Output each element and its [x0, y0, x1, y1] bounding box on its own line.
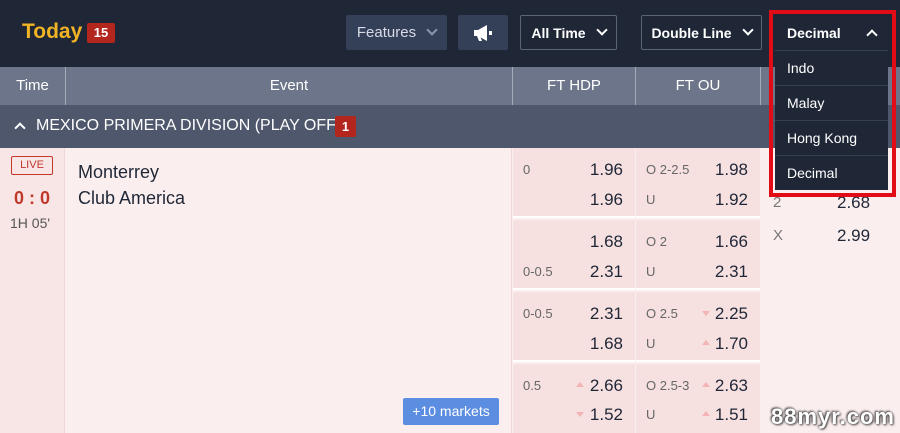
home-team[interactable]: Monterrey: [78, 162, 159, 183]
league-name: MEXICO PRIMERA DIVISION (PLAY OFF): [36, 117, 342, 134]
hdp-handicap: 0-0.5: [523, 306, 553, 321]
hdp-away-odds[interactable]: 1.96: [590, 190, 623, 210]
ou-over-odds[interactable]: 2.63: [715, 376, 748, 396]
ou-under-odds[interactable]: 1.70: [715, 334, 748, 354]
hdp-line-1: 0 1.96 1.96: [513, 148, 635, 218]
live-score: 0 : 0: [14, 188, 51, 208]
hdp-home-odds[interactable]: 2.31: [590, 304, 623, 324]
line-mode-label: Double Line: [651, 24, 732, 41]
ou-over-label: O 2.5: [646, 306, 678, 321]
odds-up-icon: [576, 382, 584, 387]
odds-up-icon: [702, 382, 710, 387]
ou-over-odds[interactable]: 1.98: [715, 160, 748, 180]
hdp-away-odds[interactable]: 1.52: [590, 405, 623, 425]
ou-line-2: O 2 1.66 U 2.31: [636, 220, 760, 290]
odds-format-option-hong-kong[interactable]: Hong Kong: [775, 120, 888, 155]
chevron-up-icon: [866, 28, 878, 41]
onextwo-odds[interactable]: 2.99: [837, 226, 870, 246]
odds-format-label: Decimal: [787, 24, 841, 41]
megaphone-icon: [474, 24, 492, 41]
ou-under-label: U: [646, 192, 656, 207]
features-button[interactable]: Features: [346, 15, 447, 50]
ou-over-label: O 2: [646, 234, 667, 249]
ou-line-4: O 2.5-3 2.63 U 1.51: [636, 364, 760, 433]
ou-line-3: O 2.5 2.25 U 1.70: [636, 292, 760, 362]
ou-under-label: U: [646, 407, 656, 422]
ou-under-label: U: [646, 336, 656, 351]
hdp-handicap: 0-0.5: [523, 264, 553, 279]
column-header-time: Time: [0, 67, 66, 105]
away-team[interactable]: Club America: [78, 188, 185, 209]
match-event-cell: Monterrey Club America +10 markets: [66, 148, 512, 433]
table-header: Time Event FT HDP FT OU: [0, 67, 900, 105]
hdp-home-odds[interactable]: 2.66: [590, 376, 623, 396]
collapse-caret-icon[interactable]: [14, 122, 26, 134]
odds-down-icon: [576, 412, 584, 417]
time-filter-select[interactable]: All Time: [520, 15, 617, 50]
ou-over-odds[interactable]: 1.66: [715, 232, 748, 252]
more-markets-button[interactable]: +10 markets: [403, 398, 499, 425]
ou-under-odds[interactable]: 2.31: [715, 262, 748, 282]
ou-over-label: O 2.5-3: [646, 378, 690, 393]
hdp-line-2: 1.68 0-0.5 2.31: [513, 220, 635, 290]
ou-over-label: O 2-2.5: [646, 162, 690, 177]
odds-down-icon: [702, 311, 710, 316]
league-count-badge: 1: [335, 116, 356, 137]
odds-format-dropdown[interactable]: Decimal Indo Malay Hong Kong Decimal: [775, 15, 888, 190]
column-header-ft-hdp: FT HDP: [513, 67, 636, 105]
match-clock: 1H 05': [10, 215, 51, 231]
hdp-line-4: 0.5 2.66 1.52: [513, 364, 635, 433]
ou-over-odds[interactable]: 2.25: [715, 304, 748, 324]
onextwo-label: X: [773, 227, 784, 244]
today-label[interactable]: Today: [22, 20, 82, 44]
ou-under-label: U: [646, 264, 656, 279]
hdp-away-odds[interactable]: 1.68: [590, 334, 623, 354]
odds-format-select[interactable]: Decimal: [775, 15, 888, 50]
chevron-down-icon: [426, 24, 438, 36]
match-time-cell: LIVE 0 : 0 1H 05': [0, 148, 65, 433]
hdp-home-odds[interactable]: 1.68: [590, 232, 623, 252]
chevron-down-icon: [741, 24, 754, 36]
hdp-handicap: 0.5: [523, 378, 542, 393]
odds-format-option-indo[interactable]: Indo: [775, 50, 888, 85]
ou-line-1: O 2-2.5 1.98 U 1.92: [636, 148, 760, 218]
league-row[interactable]: MEXICO PRIMERA DIVISION (PLAY OFF): [0, 105, 900, 148]
odds-up-icon: [702, 340, 710, 345]
announcement-button[interactable]: [458, 15, 508, 50]
ou-under-odds[interactable]: 1.51: [715, 405, 748, 425]
line-mode-select[interactable]: Double Line: [641, 15, 762, 50]
hdp-handicap: 0: [523, 162, 531, 177]
time-filter-label: All Time: [531, 24, 586, 41]
features-label: Features: [356, 24, 417, 41]
column-header-ft-ou: FT OU: [636, 67, 761, 105]
odds-up-icon: [702, 411, 710, 416]
ou-under-odds[interactable]: 1.92: [715, 190, 748, 210]
odds-format-option-malay[interactable]: Malay: [775, 85, 888, 120]
hdp-home-odds[interactable]: 1.96: [590, 160, 623, 180]
column-header-event: Event: [66, 67, 513, 105]
top-bar: Today 15 Features All Time Double Line: [0, 0, 900, 67]
live-badge: LIVE: [11, 156, 53, 175]
watermark: 88myr.com: [771, 404, 895, 429]
hdp-away-odds[interactable]: 2.31: [590, 262, 623, 282]
hdp-line-3: 0-0.5 2.31 1.68: [513, 292, 635, 362]
odds-format-option-decimal[interactable]: Decimal: [775, 155, 888, 190]
chevron-down-icon: [595, 24, 608, 36]
today-count-badge: 15: [87, 23, 115, 43]
